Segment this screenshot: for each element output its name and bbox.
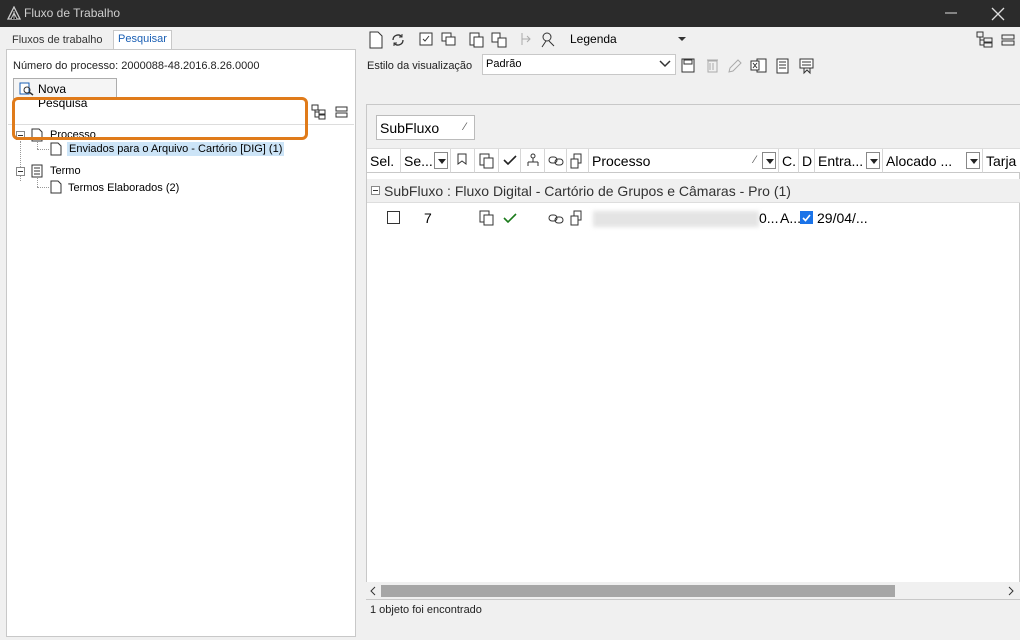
status-text: 1 objeto foi encontrado [370,604,482,616]
chevron-left-icon[interactable] [369,586,377,596]
bookmark-icon [457,153,467,165]
document-move-icon [570,153,582,169]
checkmark-icon [802,214,811,222]
col-header-entrada[interactable]: Entra... [815,149,883,173]
chevron-down-icon[interactable] [678,37,686,43]
col-header-move[interactable] [567,149,589,173]
title-bar: Fluxo de Trabalho [0,0,1020,27]
expand-processo-toggle[interactable] [16,131,25,140]
row-seq: 7 [424,210,432,226]
col-header-d[interactable]: D [799,149,815,173]
group-row-subfluxo[interactable]: SubFluxo : Fluxo Digital - Cartório de G… [367,179,1020,203]
estilo-visualizacao-label: Estilo da visualização [367,60,473,72]
estilo-visualizacao-select[interactable]: Padrão [482,54,676,75]
print-layout-icon[interactable] [798,57,816,75]
filter-dropdown[interactable] [762,152,776,169]
col-header-marker[interactable] [451,149,475,173]
filter-dropdown[interactable] [966,152,980,169]
process-number-label: Número do processo: 2000088-48.2016.8.26… [13,60,260,72]
tree-item-termo[interactable]: Termo [50,165,81,181]
document-icon [50,142,62,156]
row-c: A... [780,210,802,226]
tab-pesquisar[interactable]: Pesquisar [113,30,172,49]
copy-window-icon[interactable] [440,31,458,49]
redacted-process-number [593,211,759,227]
col-header-tarja[interactable]: Tarja [983,149,1020,173]
col-header-sel[interactable]: Sel. [367,149,401,173]
col-header-check[interactable] [499,149,521,173]
col-header-alocado[interactable]: Alocado ... [883,149,983,173]
left-panel: Fluxos de trabalho Pesquisar Número do p… [0,27,362,640]
col-header-c[interactable]: C. [779,149,799,173]
document-transfer-icon[interactable] [490,31,508,49]
row-processo-tail: 0... [759,210,779,226]
tree-view-icon[interactable] [976,31,994,49]
filter-dropdown[interactable] [434,152,448,169]
check-list-icon[interactable] [418,31,436,49]
search-icon [19,82,34,96]
minimize-icon [945,12,957,14]
nova-pesquisa-button[interactable]: Nova Pesquisa [13,78,117,110]
collapse-group-toggle[interactable] [371,186,380,195]
tab-fluxos-de-trabalho[interactable]: Fluxos de trabalho [8,32,107,49]
chevron-down-icon [659,60,671,68]
col-header-copies[interactable] [475,149,499,173]
process-grid: SubFluxo ⁄ Sel. Se... Processo ⁄ C. D Ent… [366,104,1020,600]
horizontal-scrollbar[interactable] [366,582,1020,599]
save-icon[interactable] [680,57,698,75]
group-by-panel: SubFluxo ⁄ [367,105,1020,149]
search-user-icon[interactable] [540,31,558,49]
excel-export-icon[interactable] [750,57,768,75]
refresh-icon[interactable] [389,31,407,49]
flow-icon [527,153,539,166]
legenda-dropdown[interactable]: Legenda [570,32,617,46]
document-list-icon [31,164,43,178]
group-chip-subfluxo[interactable]: SubFluxo ⁄ [376,115,475,140]
close-button[interactable] [974,0,1020,27]
link-icon [548,156,564,166]
edit-disabled-icon [728,59,742,73]
app-icon [7,6,21,20]
green-check-icon [503,213,517,223]
new-document-icon[interactable] [367,31,385,49]
col-header-processo[interactable]: Processo ⁄ [589,149,779,173]
right-panel: Legenda Estilo da visualização Padrão Su… [362,27,1020,640]
tree-item-enviados-arquivo[interactable]: Enviados para o Arquivo - Cartório [DIG]… [67,142,285,159]
tree-expand-icon[interactable] [311,104,327,120]
document-notes-icon[interactable] [774,57,792,75]
nova-pesquisa-label: Nova Pesquisa [38,82,88,110]
tree-item-termos-elaborados[interactable]: Termos Elaborados (2) [68,182,179,198]
table-row[interactable]: 7 0... A... 29/04/... [367,205,1020,231]
link-icon [548,214,564,224]
collapse-view-icon[interactable] [1000,31,1018,49]
checkmark-icon [503,155,517,165]
close-icon [991,7,1005,21]
scrollbar-thumb[interactable] [381,585,895,597]
flow-disabled-icon [521,33,531,45]
search-panel: Número do processo: 2000088-48.2016.8.26… [6,49,356,637]
chevron-right-icon[interactable] [1007,586,1015,596]
document-icon [31,128,43,142]
search-tree: Processo Enviados para o Arquivo - Cartó… [8,124,354,636]
copy-window-icon [479,210,494,226]
estilo-visualizacao-value: Padrão [486,58,522,70]
delete-disabled-icon [707,59,718,73]
window-title: Fluxo de Trabalho [24,6,121,20]
minimize-button[interactable] [928,0,974,27]
row-select-checkbox[interactable] [387,211,400,224]
col-header-link[interactable] [545,149,567,173]
tree-collapse-icon[interactable] [334,104,350,120]
filter-dropdown[interactable] [866,152,880,169]
row-d-checkbox[interactable] [800,211,813,224]
document-move-icon [570,210,582,226]
col-header-seq[interactable]: Se... [401,149,451,173]
col-header-flow[interactable] [521,149,545,173]
document-icon [50,180,62,194]
row-entrada: 29/04/... [817,210,868,226]
expand-termo-toggle[interactable] [16,167,25,176]
copy-window-icon [479,153,494,169]
paste-icon[interactable] [468,31,486,49]
tree-item-enviados-label: Enviados para o Arquivo - Cartório [DIG]… [67,142,285,156]
